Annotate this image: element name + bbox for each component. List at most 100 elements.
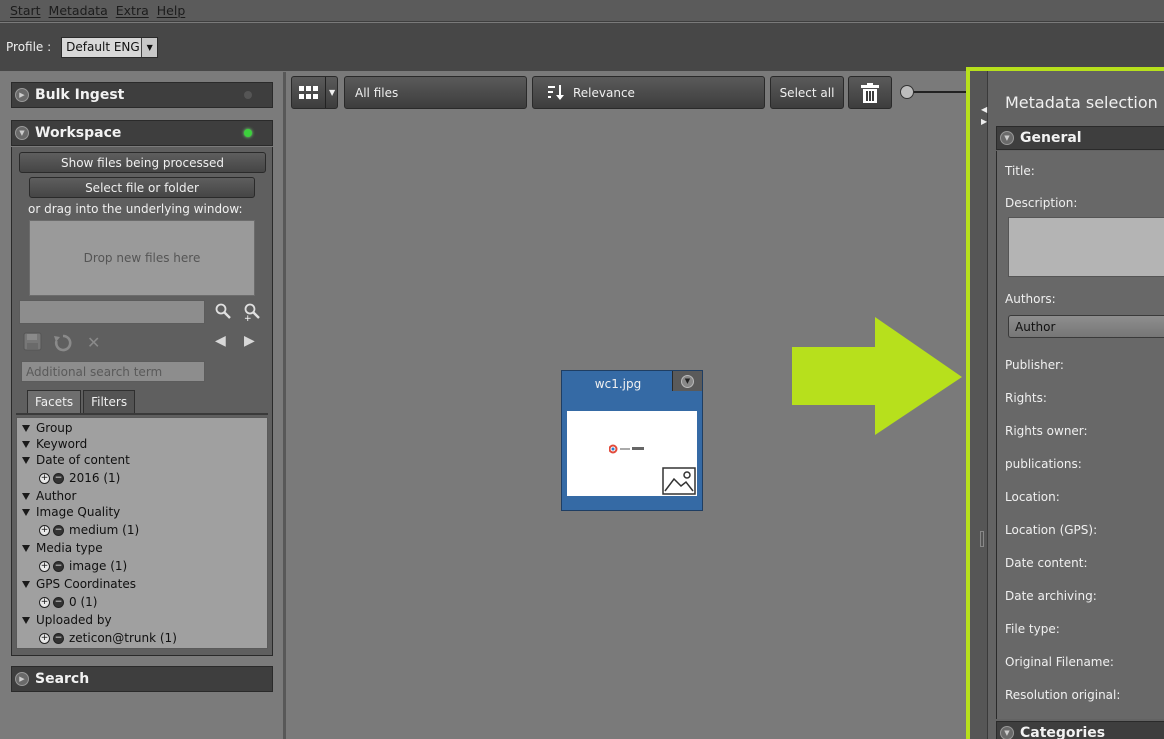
field-date-archiving-label: Date archiving: [1005, 589, 1097, 603]
menu-metadata[interactable]: Metadata [49, 3, 108, 18]
facet-label: Author [36, 489, 77, 503]
plus-icon[interactable]: + [39, 472, 50, 484]
grid-view-icon [299, 85, 318, 99]
previous-icon[interactable]: ◀ [215, 333, 226, 349]
facet-label: Group [36, 421, 73, 435]
reset-icon[interactable] [53, 333, 73, 353]
facet-group[interactable]: Group [17, 420, 73, 436]
facet-label: Image Quality [36, 505, 121, 519]
categories-header[interactable]: ▼ Categories [996, 721, 1164, 739]
select-all-button[interactable]: Select all [770, 76, 844, 109]
expand-triangle-icon [22, 440, 30, 448]
facet-value[interactable]: + − medium (1) [39, 522, 139, 538]
facets-list: Group Keyword Date of content + −2016 (1)… [16, 417, 268, 649]
profile-value: Default ENG [66, 40, 140, 54]
search-input[interactable] [19, 300, 205, 324]
svg-text:+: + [244, 314, 252, 322]
facet-label: Keyword [36, 437, 88, 451]
minus-icon[interactable]: − [53, 632, 64, 644]
thumbnail-menu-button[interactable]: ▼ [672, 371, 702, 391]
expand-triangle-icon [22, 492, 30, 500]
save-icon[interactable] [23, 332, 43, 352]
sort-button[interactable]: Relevance [532, 76, 765, 109]
delete-button[interactable] [848, 76, 892, 109]
select-file-button[interactable]: Select file or folder [29, 177, 255, 198]
facet-group[interactable]: Image Quality [17, 504, 120, 520]
file-filter-label: All files [355, 85, 399, 100]
file-filter-dropdown[interactable]: All files [344, 76, 527, 109]
expand-triangle-icon [22, 424, 30, 432]
field-description-label: Description: [1005, 196, 1078, 210]
facet-label: Media type [36, 541, 103, 555]
sort-label: Relevance [573, 85, 635, 100]
plus-icon[interactable]: + [39, 632, 50, 644]
facet-group[interactable]: Author [17, 488, 76, 504]
advanced-search-icon[interactable]: + [243, 302, 263, 322]
additional-search-input[interactable]: Additional search term [21, 361, 205, 382]
field-rights-owner-label: Rights owner: [1005, 424, 1088, 438]
drop-zone[interactable]: Drop new files here [29, 220, 255, 296]
plus-icon[interactable]: + [39, 560, 50, 572]
facet-value[interactable]: + − zeticon@trunk (1) [39, 630, 177, 646]
plus-icon[interactable]: + [39, 524, 50, 536]
arrow-right-icon [792, 317, 962, 435]
file-thumbnail[interactable]: wc1.jpg ▼ [561, 370, 703, 511]
panel-title: Metadata selection [1005, 93, 1158, 112]
menu-extra[interactable]: Extra [116, 3, 149, 18]
clear-icon[interactable]: ✕ [87, 333, 100, 352]
facet-value-label: zeticon@trunk (1) [69, 631, 177, 645]
search-icon[interactable] [214, 302, 232, 320]
field-location-label: Location: [1005, 490, 1060, 504]
field-title-label: Title: [1005, 164, 1035, 178]
status-led-icon [244, 91, 252, 99]
facet-value[interactable]: + −0 (1) [39, 594, 97, 610]
zoom-slider-handle[interactable] [900, 85, 914, 99]
drop-zone-label: Drop new files here [83, 251, 201, 265]
tab-filters[interactable]: Filters [83, 390, 136, 413]
facet-value[interactable]: + − image (1) [39, 558, 127, 574]
facet-group[interactable]: Date of content [17, 452, 130, 468]
plus-icon[interactable]: + [39, 596, 50, 608]
resize-grip-icon[interactable] [980, 531, 984, 547]
field-date-content-label: Date content: [1005, 556, 1088, 570]
facet-group[interactable]: Media type [17, 540, 103, 556]
author-select-value: Author [1015, 319, 1056, 334]
profile-select[interactable]: Default ENG ▼ [61, 36, 159, 58]
facet-label: Date of content [36, 453, 130, 467]
search-header[interactable]: ▶ Search [11, 666, 273, 692]
menu-help[interactable]: Help [157, 3, 186, 18]
tab-divider [16, 413, 268, 415]
expand-triangle-icon [22, 580, 30, 588]
collapse-icon: ▼ [1000, 131, 1014, 145]
collapse-arrow-icon: ◀ [981, 105, 988, 114]
menu-bar: Start Metadata Extra Help [0, 0, 1164, 22]
menu-start[interactable]: Start [10, 3, 41, 18]
facet-group[interactable]: Keyword [17, 436, 87, 452]
next-icon[interactable]: ▶ [244, 333, 255, 349]
description-field[interactable] [1008, 217, 1164, 277]
show-files-button[interactable]: Show files being processed [19, 152, 266, 173]
author-select[interactable]: Author [1008, 315, 1164, 338]
facet-group[interactable]: GPS Coordinates [17, 576, 136, 592]
tab-facets[interactable]: Facets [27, 390, 82, 413]
general-header[interactable]: ▼ General [996, 126, 1164, 150]
bulk-ingest-header[interactable]: ▶ Bulk Ingest [11, 82, 273, 108]
facet-value[interactable]: + −2016 (1) [39, 470, 120, 486]
thumbnail-preview [567, 411, 697, 496]
minus-icon[interactable]: − [53, 596, 64, 608]
view-mode-button[interactable]: ▼ [291, 76, 338, 109]
minus-icon[interactable]: − [53, 472, 64, 484]
chevron-down-icon: ▼ [141, 37, 158, 57]
workspace-header[interactable]: ▼ Workspace [11, 120, 273, 146]
facet-value-label: image (1) [69, 559, 128, 573]
minus-icon[interactable]: − [53, 560, 64, 572]
expand-triangle-icon [22, 456, 30, 464]
field-authors-label: Authors: [1005, 292, 1056, 306]
panel-collapse-handle[interactable]: ◀ ▶ [970, 71, 988, 739]
trash-icon [861, 82, 879, 103]
expand-icon: ▶ [15, 88, 29, 102]
workspace-title: Workspace [35, 125, 122, 141]
expand-triangle-icon [22, 616, 30, 624]
facet-group[interactable]: Uploaded by [17, 612, 112, 628]
minus-icon[interactable]: − [53, 524, 64, 536]
